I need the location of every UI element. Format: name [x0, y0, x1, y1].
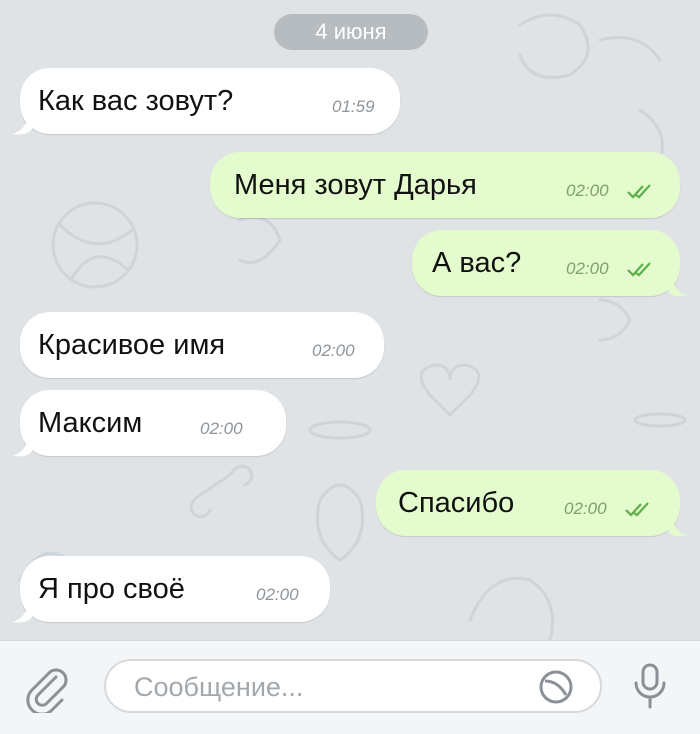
message-text: Красивое имя — [38, 329, 226, 361]
read-checkmark-icon — [627, 262, 651, 277]
message-text: А вас? — [432, 247, 522, 279]
bubble-tail — [668, 278, 688, 297]
message-incoming[interactable]: Максим 02:00 — [20, 390, 286, 456]
message-input[interactable] — [132, 669, 516, 705]
paperclip-icon[interactable] — [22, 663, 72, 713]
message-input-field[interactable] — [104, 659, 602, 713]
message-time: 01:59 — [332, 97, 375, 116]
message-time: 02:00 — [312, 341, 355, 360]
message-text: Как вас зовут? — [38, 85, 234, 117]
message-incoming[interactable]: Как вас зовут? 01:59 — [20, 68, 400, 134]
message-time: 02:00 — [564, 499, 607, 518]
date-divider: 4 июня — [274, 14, 428, 50]
message-incoming[interactable]: Я про своё 02:00 — [20, 556, 330, 622]
message-text: Я про своё — [38, 573, 185, 605]
message-outgoing[interactable]: Меня зовут Дарья 02:00 — [210, 152, 680, 218]
read-checkmark-icon — [627, 184, 651, 199]
message-time: 02:00 — [566, 259, 609, 278]
read-checkmark-icon — [625, 502, 649, 517]
message-text: Спасибо — [398, 487, 515, 519]
bubble-tail — [12, 438, 32, 457]
message-text: Максим — [38, 407, 143, 439]
bubble-tail — [668, 518, 688, 537]
message-time: 02:00 — [566, 181, 609, 200]
message-composer — [0, 640, 700, 734]
microphone-icon[interactable] — [630, 661, 670, 711]
message-outgoing[interactable]: Спасибо 02:00 — [376, 470, 680, 536]
message-incoming[interactable]: Красивое имя 02:00 — [20, 312, 384, 378]
message-time: 02:00 — [200, 419, 243, 438]
message-text: Меня зовут Дарья — [234, 169, 477, 201]
message-outgoing[interactable]: А вас? 02:00 — [412, 230, 680, 296]
message-time: 02:00 — [256, 585, 299, 604]
sticker-icon[interactable] — [536, 667, 576, 707]
bubble-tail — [12, 116, 32, 135]
chat-area: 4 июня Как вас зовут? 01:59 Меня зовут Д… — [0, 0, 700, 640]
bubble-tail — [12, 604, 32, 623]
